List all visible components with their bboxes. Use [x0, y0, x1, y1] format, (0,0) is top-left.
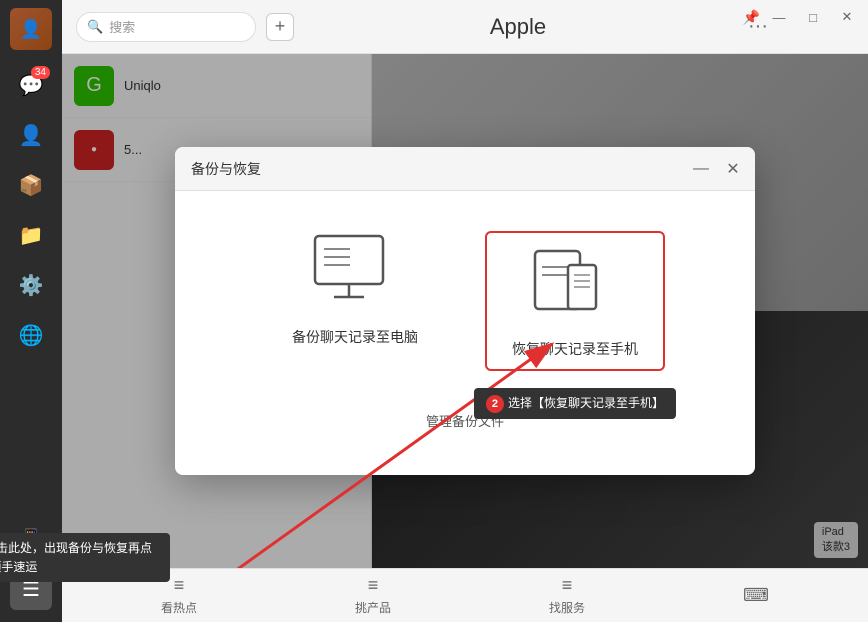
- close-button[interactable]: ✕: [832, 6, 862, 28]
- bottombar-services[interactable]: ≡ 找服务: [549, 575, 585, 616]
- modal-header: 备份与恢复 — ✕: [175, 147, 755, 191]
- sidebar-item-files[interactable]: 📁: [10, 214, 52, 256]
- monitor-icon: [310, 231, 400, 311]
- sidebar-item-contacts[interactable]: 👤: [10, 114, 52, 156]
- keyboard-icon: ⌨: [743, 585, 769, 606]
- avatar[interactable]: 👤: [10, 8, 52, 50]
- minimize-button[interactable]: —: [764, 6, 794, 28]
- bottombar: ≡ 看热点 ≡ 挑产品 ≡ 找服务 ⌨: [62, 568, 868, 622]
- main-area: 🔍 搜索 + Apple 📌 — □ ✕ ··· G Uniqlo: [62, 0, 868, 622]
- bottombar-keyboard[interactable]: ⌨: [743, 585, 769, 606]
- modal-close-button[interactable]: ✕: [721, 157, 745, 181]
- modal-body: 备份聊天记录至电脑: [175, 191, 755, 475]
- sidebar-item-browser[interactable]: 🌐: [10, 314, 52, 356]
- search-icon: 🔍: [87, 19, 103, 35]
- sidebar-item-settings[interactable]: ⚙️: [10, 264, 52, 306]
- backup-to-pc-option[interactable]: 备份聊天记录至电脑: [265, 231, 445, 371]
- globe-icon: 🌐: [19, 323, 44, 348]
- products-icon: ≡: [368, 575, 379, 596]
- bottombar-products[interactable]: ≡ 挑产品: [355, 575, 391, 616]
- search-box[interactable]: 🔍 搜索: [76, 12, 256, 42]
- products-label: 挑产品: [355, 599, 391, 616]
- services-icon: ≡: [562, 575, 573, 596]
- tooltip-2: 2选择【恢复聊天记录至手机】: [474, 388, 676, 419]
- search-placeholder: 搜索: [109, 17, 135, 36]
- restore-phone-label: 恢复聊天记录至手机: [512, 339, 638, 359]
- modal-options: 备份聊天记录至电脑: [205, 231, 725, 371]
- pin-icon[interactable]: 📌: [743, 9, 760, 26]
- modal-overlay: 备份与恢复 — ✕: [62, 54, 868, 568]
- topbar: 🔍 搜索 + Apple 📌 — □ ✕ ···: [62, 0, 868, 54]
- page-title: Apple: [490, 14, 546, 40]
- backup-restore-modal: 备份与恢复 — ✕: [175, 147, 755, 475]
- files-icon: 📁: [19, 223, 44, 248]
- hotspot-label: 看热点: [161, 599, 197, 616]
- sidebar: 👤 💬 34 👤 📦 📁 ⚙️ 🌐 📱 ☰ 1点击此处，出现备份与恢复再点击它 …: [0, 0, 62, 622]
- store-icon: 📦: [19, 173, 44, 198]
- modal-minimize-button[interactable]: —: [689, 157, 713, 181]
- add-button[interactable]: +: [266, 13, 294, 41]
- contacts-icon: 👤: [19, 123, 44, 148]
- tooltip-1: 1点击此处，出现备份与恢复再点击它 顺手速运: [0, 533, 170, 582]
- backup-pc-label: 备份聊天记录至电脑: [292, 327, 418, 347]
- restore-to-phone-option[interactable]: 恢复聊天记录至手机 2选择【恢复聊天记录至手机】: [485, 231, 665, 371]
- sidebar-item-messages[interactable]: 💬 34: [10, 64, 52, 106]
- content-area: G Uniqlo ● 5... iPad该款3 备份与恢: [62, 54, 868, 568]
- hotspot-icon: ≡: [174, 575, 185, 596]
- services-label: 找服务: [549, 599, 585, 616]
- phone-tablet-icon: [530, 243, 620, 323]
- maximize-button[interactable]: □: [798, 6, 828, 28]
- sidebar-item-store[interactable]: 📦: [10, 164, 52, 206]
- messages-badge: 34: [31, 66, 50, 79]
- gear-icon: ⚙️: [19, 273, 44, 298]
- sidebar-item-menu[interactable]: ☰ 1点击此处，出现备份与恢复再点击它 顺手速运: [10, 568, 52, 610]
- modal-title: 备份与恢复: [191, 159, 261, 179]
